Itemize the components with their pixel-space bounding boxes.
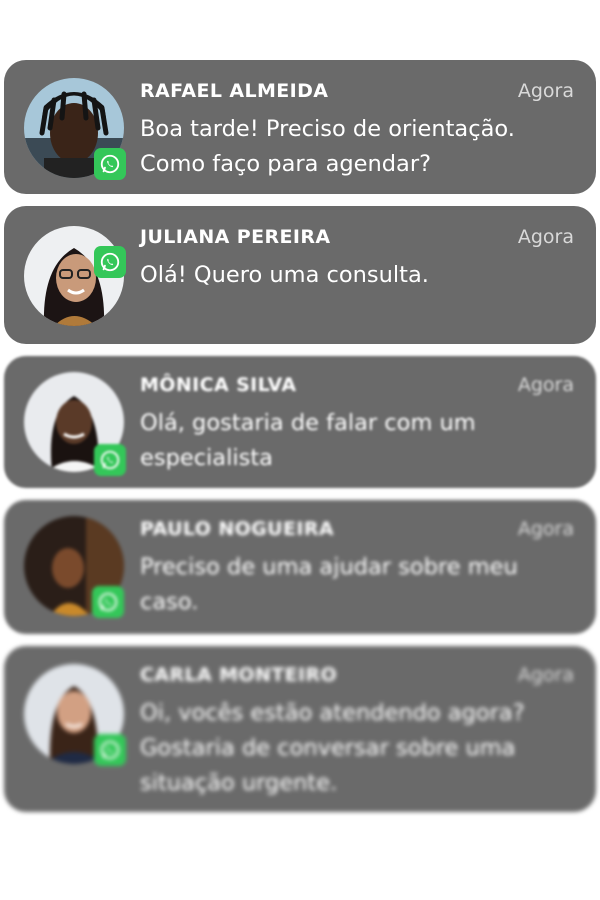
timestamp: Agora [517,518,574,540]
timestamp: Agora [517,664,574,686]
sender-name: JULIANA PEREIRA [140,226,331,248]
sender-name: RAFAEL ALMEIDA [140,80,329,102]
timestamp: Agora [517,374,574,396]
message-preview: Preciso de uma ajudar sobre meu caso. [140,554,518,615]
message-preview: Oi, vocês estão atendendo agora? Gostari… [140,700,525,796]
timestamp: Agora [517,80,574,102]
sender-name: MÔNICA SILVA [140,374,297,396]
notification-card[interactable]: PAULO NOGUEIRA Agora Preciso de uma ajud… [4,500,596,634]
whatsapp-icon [94,734,126,766]
timestamp: Agora [517,226,574,248]
whatsapp-icon [94,444,126,476]
notification-card[interactable]: CARLA MONTEIRO Agora Oi, vocês estão ate… [4,646,596,812]
message-preview: Olá! Quero uma consulta. [140,262,429,288]
sender-name: CARLA MONTEIRO [140,664,338,686]
message-preview: Boa tarde! Preciso de orientação. Como f… [140,116,515,177]
whatsapp-icon [94,246,126,278]
notification-card[interactable]: JULIANA PEREIRA Agora Olá! Quero uma con… [4,206,596,344]
notification-card[interactable]: MÔNICA SILVA Agora Olá, gostaria de fala… [4,356,596,488]
notification-stack: RAFAEL ALMEIDA Agora Boa tarde! Preciso … [0,0,600,900]
notification-card[interactable]: RAFAEL ALMEIDA Agora Boa tarde! Preciso … [4,60,596,194]
whatsapp-icon [92,586,124,618]
message-preview: Olá, gostaria de falar com um especialis… [140,410,476,471]
sender-name: PAULO NOGUEIRA [140,518,334,540]
whatsapp-icon [94,148,126,180]
